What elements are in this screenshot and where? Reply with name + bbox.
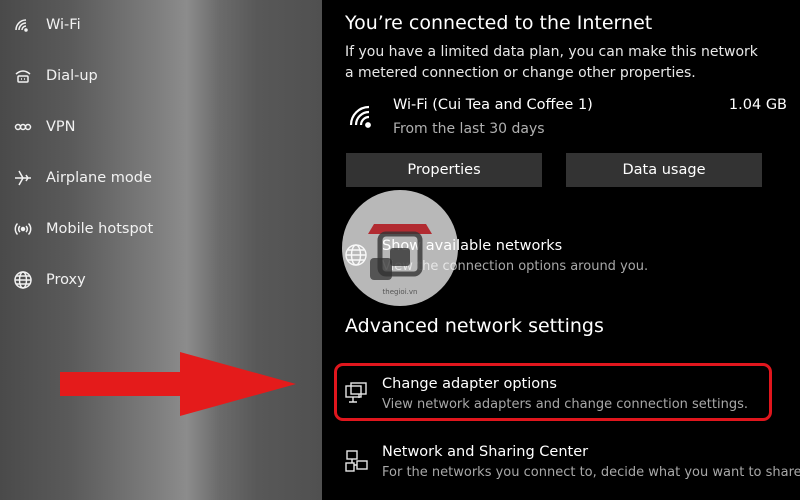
sidebar-item-label: Dial-up bbox=[46, 68, 98, 84]
sidebar-item-airplane[interactable]: Airplane mode bbox=[12, 163, 152, 193]
sidebar-item-label: Mobile hotspot bbox=[46, 221, 154, 237]
sidebar-item-label: Proxy bbox=[46, 272, 86, 288]
sharing-center-icon bbox=[343, 448, 371, 476]
data-usage-value: 1.04 GB bbox=[728, 97, 787, 113]
properties-button[interactable]: Properties bbox=[346, 153, 542, 187]
network-sharing-center-link[interactable]: Network and Sharing Center For the netwo… bbox=[343, 444, 800, 490]
watermark-text: thegioi.vn bbox=[383, 288, 418, 296]
sidebar-item-label: Airplane mode bbox=[46, 170, 152, 186]
sidebar-item-wifi[interactable]: Wi-Fi bbox=[12, 10, 81, 40]
advanced-settings-heading: Advanced network settings bbox=[345, 315, 604, 337]
data-usage-button[interactable]: Data usage bbox=[566, 153, 762, 187]
red-arrow-annotation bbox=[60, 352, 296, 416]
network-status-row: Wi-Fi (Cui Tea and Coffee 1) From the la… bbox=[347, 97, 787, 145]
sidebar-item-vpn[interactable]: VPN bbox=[12, 112, 76, 142]
airplane-icon bbox=[12, 167, 34, 189]
sidebar-item-label: VPN bbox=[46, 119, 76, 135]
wifi-icon bbox=[12, 14, 34, 36]
watermark-logo: thegioi.vn bbox=[340, 188, 460, 312]
sidebar: Wi-Fi Dial-up VPN Airplane mode Mobile h… bbox=[0, 0, 322, 500]
link-title: Network and Sharing Center bbox=[382, 444, 589, 460]
usage-period: From the last 30 days bbox=[393, 121, 545, 137]
sidebar-item-dialup[interactable]: Dial-up bbox=[12, 61, 98, 91]
sidebar-item-mobile-hotspot[interactable]: Mobile hotspot bbox=[12, 214, 153, 244]
sidebar-item-proxy[interactable]: Proxy bbox=[12, 265, 86, 295]
status-description: If you have a limited data plan, you can… bbox=[345, 44, 758, 81]
dialup-icon bbox=[12, 65, 34, 87]
hotspot-icon bbox=[12, 218, 34, 240]
wifi-signal-icon bbox=[347, 101, 377, 135]
vpn-icon bbox=[12, 116, 34, 138]
network-name: Wi-Fi (Cui Tea and Coffee 1) bbox=[393, 97, 593, 113]
link-subtitle: For the networks you connect to, decide … bbox=[382, 465, 800, 480]
highlight-box-annotation bbox=[334, 363, 772, 421]
globe-icon bbox=[12, 269, 34, 291]
status-title: You’re connected to the Internet bbox=[345, 12, 653, 34]
sidebar-item-label: Wi-Fi bbox=[46, 17, 81, 33]
